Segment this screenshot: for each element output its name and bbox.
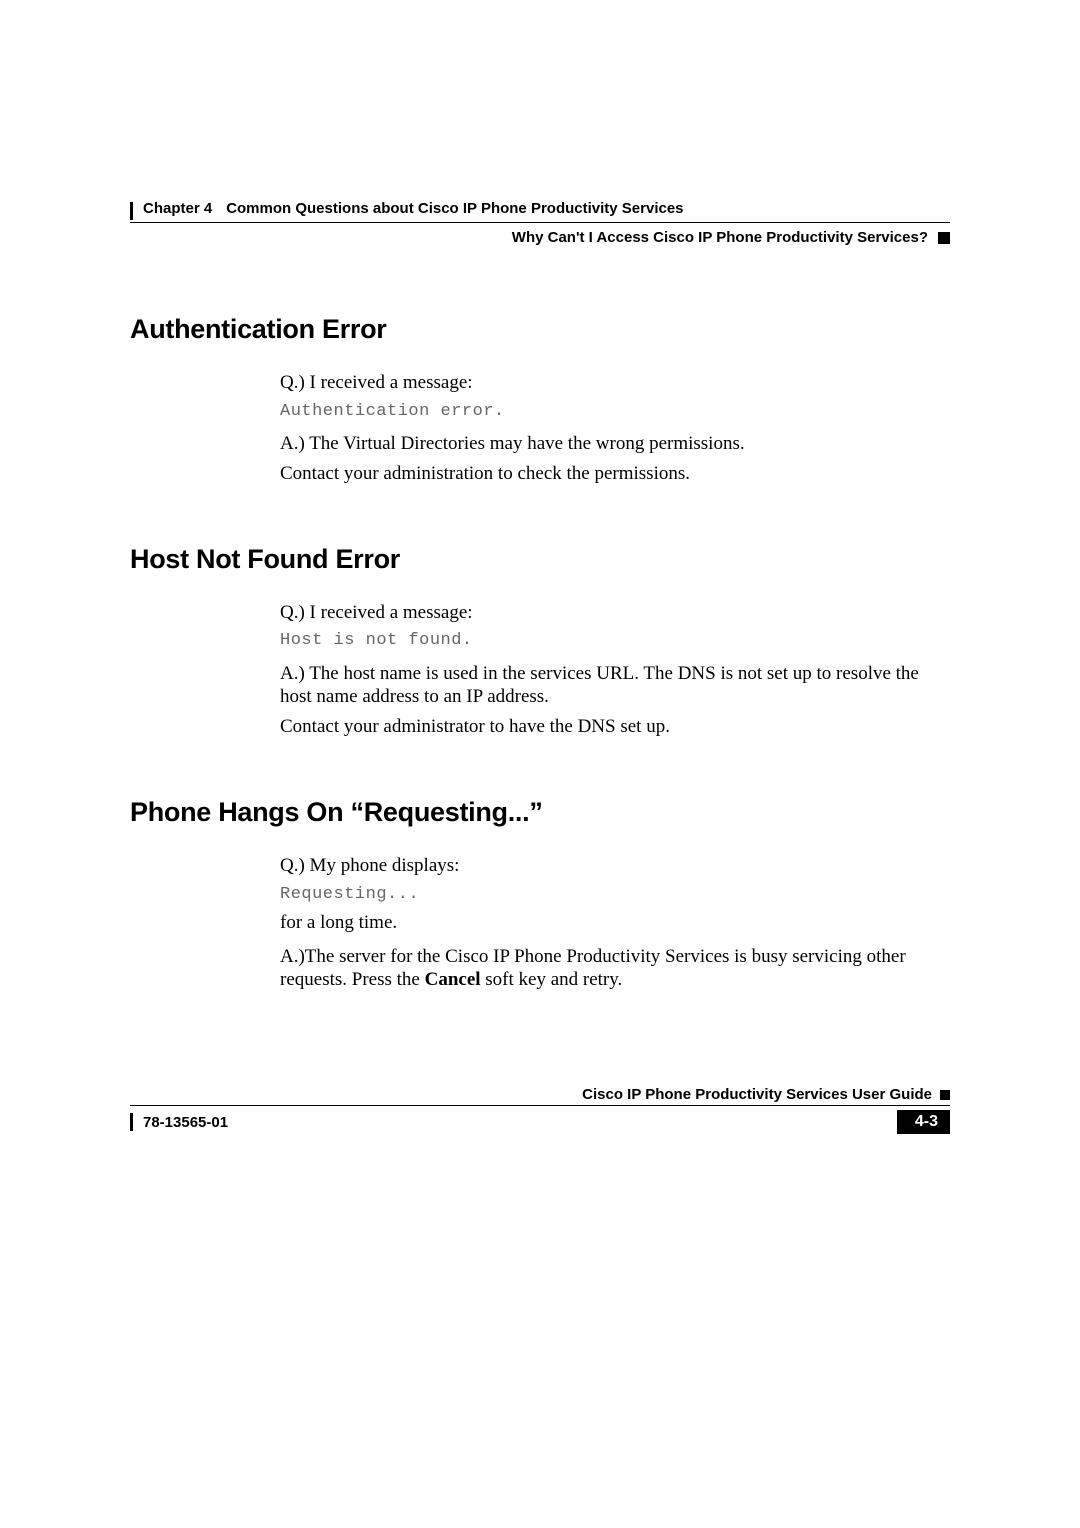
- answer-line: A.) The Virtual Directories may have the…: [280, 432, 950, 456]
- question-intro: Q.) I received a message:: [280, 371, 950, 395]
- section-breadcrumb: Why Can't I Access Cisco IP Phone Produc…: [130, 229, 938, 246]
- page-number: 4-3: [897, 1110, 950, 1134]
- question-intro: Q.) My phone displays:: [280, 854, 950, 878]
- section-body-requesting: Q.) My phone displays: Requesting... for…: [280, 854, 950, 992]
- header-subhead-row: Why Can't I Access Cisco IP Phone Produc…: [130, 229, 950, 246]
- answer-line: Contact your administration to check the…: [280, 462, 950, 486]
- section-body-auth-error: Q.) I received a message: Authentication…: [280, 371, 950, 486]
- chapter-title: Common Questions about Cisco IP Phone Pr…: [226, 200, 683, 217]
- footer-tick-icon: [130, 1113, 133, 1131]
- answer-bold: Cancel: [425, 969, 481, 990]
- code-message: Host is not found.: [280, 630, 950, 651]
- footer-square-icon: [940, 1090, 950, 1100]
- header-rule: [130, 222, 950, 223]
- question-intro: Q.) I received a message:: [280, 601, 950, 625]
- doc-number: 78-13565-01: [143, 1114, 228, 1131]
- chapter-number: Chapter 4: [143, 200, 212, 217]
- footer-bottom-row: 78-13565-01 4-3: [130, 1110, 950, 1134]
- answer-line: Contact your administrator to have the D…: [280, 715, 950, 739]
- answer-line: A.)The server for the Cisco IP Phone Pro…: [280, 945, 950, 993]
- running-header: Chapter 4 Common Questions about Cisco I…: [130, 200, 950, 220]
- footer-rule: [130, 1105, 950, 1106]
- header-square-icon: [938, 232, 950, 244]
- section-body-host-not-found: Q.) I received a message: Host is not fo…: [280, 601, 950, 739]
- header-tick-icon: [130, 202, 133, 220]
- answer-line: A.) The host name is used in the service…: [280, 662, 950, 710]
- section-heading-auth-error: Authentication Error: [130, 314, 950, 345]
- code-message: Requesting...: [280, 884, 950, 905]
- post-code-note: for a long time.: [280, 911, 950, 935]
- document-page: Chapter 4 Common Questions about Cisco I…: [130, 200, 950, 998]
- answer-suffix: soft key and retry.: [481, 969, 623, 990]
- section-heading-requesting: Phone Hangs On “Requesting...”: [130, 797, 950, 828]
- footer-guide-row: Cisco IP Phone Productivity Services Use…: [130, 1086, 950, 1103]
- code-message: Authentication error.: [280, 401, 950, 422]
- footer-guide-title: Cisco IP Phone Productivity Services Use…: [130, 1086, 940, 1103]
- page-footer: Cisco IP Phone Productivity Services Use…: [130, 1086, 950, 1134]
- section-heading-host-not-found: Host Not Found Error: [130, 544, 950, 575]
